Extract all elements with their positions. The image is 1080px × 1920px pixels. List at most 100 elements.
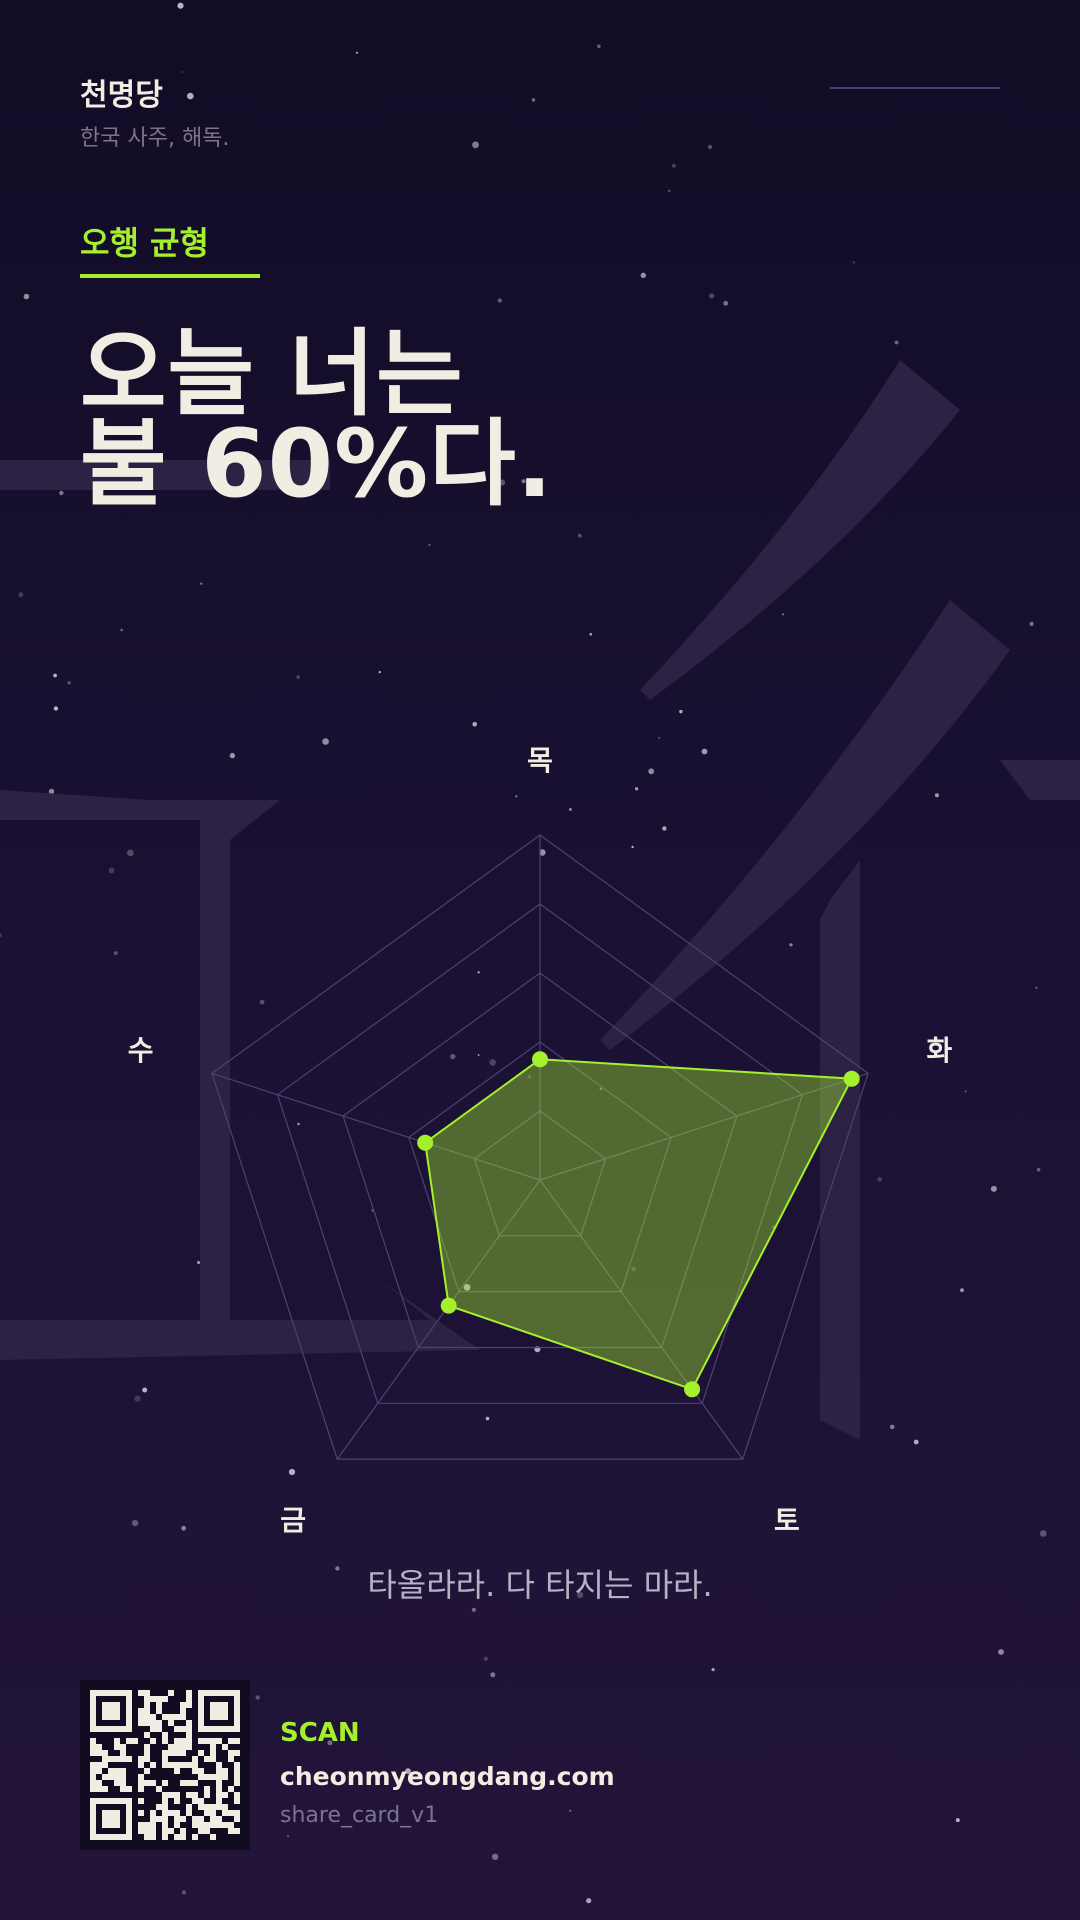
- headline-line-2: 불 60%다.: [80, 410, 554, 519]
- qr-module: [204, 1756, 210, 1762]
- qr-module: [216, 1822, 222, 1828]
- site-url-link[interactable]: cheonmyeongdang.com: [280, 1762, 615, 1791]
- qr-module: [198, 1822, 204, 1828]
- qr-module: [156, 1696, 162, 1702]
- qr-module: [180, 1726, 186, 1732]
- qr-module: [168, 1828, 174, 1834]
- qr-module: [186, 1726, 192, 1732]
- qr-module: [174, 1834, 180, 1840]
- qr-module: [192, 1834, 198, 1840]
- qr-module: [144, 1834, 150, 1840]
- qr-module: [138, 1720, 144, 1726]
- qr-module: [174, 1816, 180, 1822]
- qr-module: [90, 1780, 96, 1786]
- qr-module: [204, 1828, 210, 1834]
- qr-module: [228, 1810, 234, 1816]
- qr-module: [210, 1816, 216, 1822]
- qr-module: [114, 1768, 120, 1774]
- qr-module: [138, 1822, 144, 1828]
- qr-module: [174, 1726, 180, 1732]
- qr-module: [138, 1786, 144, 1792]
- qr-module: [228, 1822, 234, 1828]
- qr-module: [162, 1738, 168, 1744]
- qr-module: [168, 1762, 174, 1768]
- qr-module: [138, 1780, 144, 1786]
- qr-module: [144, 1822, 150, 1828]
- qr-module: [210, 1810, 216, 1816]
- qr-module: [216, 1768, 222, 1774]
- qr-module: [186, 1732, 192, 1738]
- qr-module: [144, 1690, 150, 1696]
- qr-module: [216, 1816, 222, 1822]
- qr-module: [174, 1762, 180, 1768]
- qr-module: [234, 1762, 240, 1768]
- headline: 오늘 너는 불 60%다.: [80, 328, 554, 519]
- radar-axis-label: 수: [128, 1034, 154, 1067]
- qr-module: [174, 1810, 180, 1816]
- qr-module: [162, 1816, 168, 1822]
- qr-module: [234, 1774, 240, 1780]
- qr-module: [228, 1828, 234, 1834]
- section-label: 오행 균형: [80, 224, 209, 262]
- qr-module: [204, 1792, 210, 1798]
- qr-module: [156, 1786, 162, 1792]
- qr-module: [234, 1810, 240, 1816]
- qr-module: [180, 1702, 186, 1708]
- qr-module: [234, 1768, 240, 1774]
- radar-data-point: [417, 1134, 434, 1151]
- qr-module: [126, 1738, 132, 1744]
- qr-module: [138, 1708, 144, 1714]
- qr-code[interactable]: [80, 1680, 250, 1850]
- qr-module: [210, 1738, 216, 1744]
- qr-module: [180, 1816, 186, 1822]
- qr-module: [204, 1786, 210, 1792]
- qr-module: [138, 1810, 144, 1816]
- qr-module: [156, 1720, 162, 1726]
- tagline: 타올라라. 다 타지는 마라.: [367, 1566, 713, 1604]
- qr-module: [138, 1762, 144, 1768]
- qr-module: [138, 1690, 144, 1696]
- qr-module: [168, 1744, 174, 1750]
- qr-module: [180, 1828, 186, 1834]
- brand-subtitle: 한국 사주, 해독.: [80, 126, 230, 151]
- qr-module: [132, 1738, 138, 1744]
- radar-data-point: [532, 1051, 548, 1068]
- qr-module: [114, 1774, 120, 1780]
- qr-module: [144, 1732, 150, 1738]
- qr-module: [150, 1816, 156, 1822]
- qr-module: [168, 1714, 174, 1720]
- qr-module: [234, 1828, 240, 1834]
- qr-module: [156, 1804, 162, 1810]
- qr-module: [174, 1798, 180, 1804]
- qr-module: [204, 1804, 210, 1810]
- qr-module: [144, 1828, 150, 1834]
- qr-module: [216, 1786, 222, 1792]
- qr-module: [210, 1834, 216, 1840]
- qr-module: [228, 1756, 234, 1762]
- qr-finder: [210, 1702, 228, 1720]
- radar-data-point: [440, 1297, 457, 1314]
- brand-block: 천명당 한국 사주, 해독.: [80, 70, 229, 152]
- qr-module: [216, 1780, 222, 1786]
- qr-module: [186, 1702, 192, 1708]
- qr-module: [120, 1768, 126, 1774]
- qr-module: [186, 1690, 192, 1696]
- qr-module: [192, 1822, 198, 1828]
- qr-module: [144, 1780, 150, 1786]
- qr-module: [150, 1762, 156, 1768]
- qr-module: [156, 1702, 162, 1708]
- qr-module: [96, 1768, 102, 1774]
- qr-module: [210, 1804, 216, 1810]
- scan-label: SCAN: [280, 1718, 360, 1748]
- qr-module: [216, 1762, 222, 1768]
- qr-module: [90, 1744, 96, 1750]
- qr-module: [192, 1792, 198, 1798]
- qr-module: [102, 1762, 108, 1768]
- qr-module: [120, 1744, 126, 1750]
- qr-module: [108, 1768, 114, 1774]
- qr-module: [150, 1720, 156, 1726]
- qr-module: [162, 1780, 168, 1786]
- qr-module: [96, 1786, 102, 1792]
- brand-name: 천명당: [80, 78, 163, 113]
- radar-axis-label: 목: [527, 744, 553, 777]
